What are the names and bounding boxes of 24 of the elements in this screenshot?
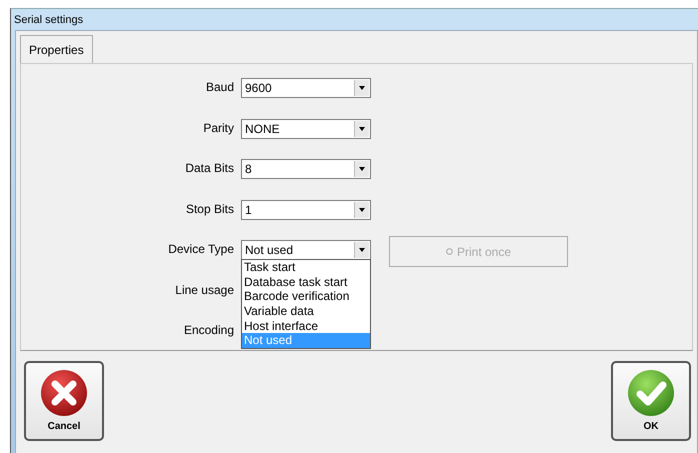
field-label: Parity bbox=[202, 120, 235, 136]
field-label: Device Type bbox=[167, 241, 235, 258]
checkmark-icon bbox=[627, 369, 675, 417]
dropdown[interactable]: 1 bbox=[241, 200, 371, 220]
cancel-button[interactable]: Cancel bbox=[24, 361, 104, 441]
dropdown-option[interactable]: Variable data bbox=[242, 304, 370, 319]
close-icon bbox=[40, 369, 88, 417]
field-label: Data Bits bbox=[184, 160, 235, 177]
dropdown[interactable]: Not used bbox=[241, 240, 371, 260]
dropdown[interactable]: NONE bbox=[241, 118, 371, 138]
dropdown-option[interactable]: Barcode verification bbox=[242, 289, 370, 304]
dropdown-option[interactable]: Task start bbox=[242, 260, 370, 275]
dropdown-option[interactable]: Database task start bbox=[242, 274, 370, 290]
circle-icon bbox=[446, 248, 453, 255]
dropdown[interactable]: 8 bbox=[241, 159, 371, 179]
field-label: Line usage bbox=[174, 282, 235, 298]
field-label: Baud bbox=[204, 79, 235, 96]
field-label: Encoding bbox=[182, 322, 235, 339]
field-label: Stop Bits bbox=[184, 200, 235, 218]
tab[interactable]: Properties bbox=[20, 35, 93, 63]
ok-button[interactable]: OK bbox=[611, 361, 691, 441]
dropdown-option[interactable]: Host interface bbox=[242, 318, 370, 334]
window-title: Serial settings bbox=[13, 12, 84, 28]
dropdown[interactable]: 9600 bbox=[241, 78, 371, 98]
